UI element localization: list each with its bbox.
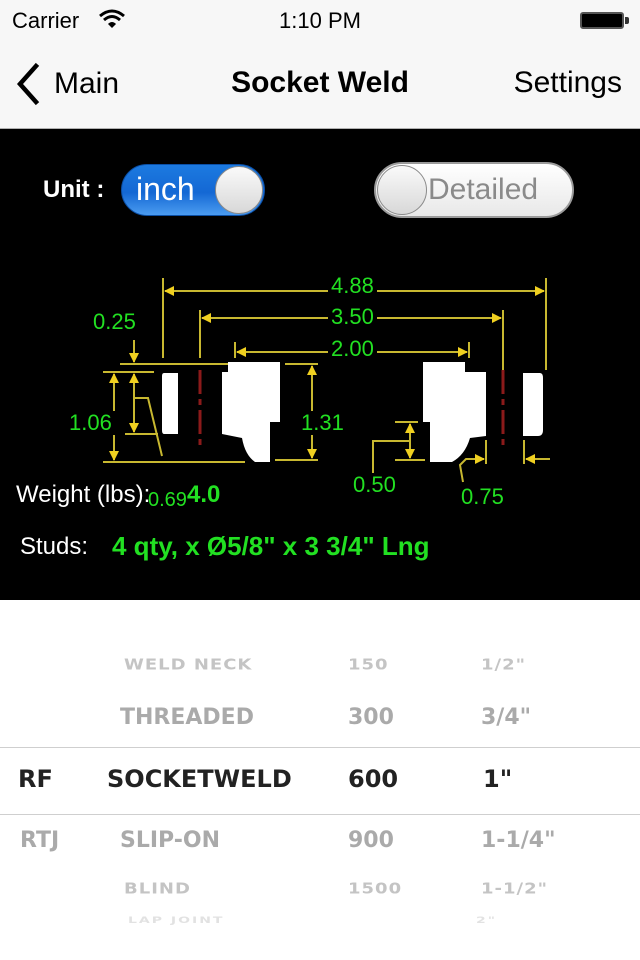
dim-hub-length: 1.31: [298, 411, 347, 435]
weight-label: Weight (lbs):: [16, 481, 151, 508]
picker-type: BLIND: [124, 880, 191, 898]
picker-size: 1/2": [481, 656, 527, 674]
picker-facing: RTJ: [20, 828, 60, 853]
dim-raised-face-height: 0.25: [90, 310, 139, 334]
picker-facing: RF: [18, 765, 53, 793]
picker-selection-bottom-line: [0, 814, 640, 815]
picker-type: SOCKETWELD: [107, 765, 292, 793]
detailed-toggle-knob: [377, 165, 427, 215]
leader-0-50: [372, 440, 410, 473]
picker-size: 1": [483, 765, 513, 793]
dim-line-0-75-left: [458, 454, 485, 483]
settings-button[interactable]: Settings: [514, 66, 622, 100]
picker-class: 150: [348, 656, 389, 674]
picker-type: SLIP-ON: [120, 828, 221, 853]
dim-raised-face: 2.00: [328, 337, 377, 361]
navigation-bar: Main Socket Weld Settings: [0, 40, 640, 129]
flange-drawing: [103, 278, 550, 483]
unit-toggle-label: inch: [136, 171, 195, 207]
weight-overlap-text: 0.69: [148, 489, 187, 511]
status-bar: Carrier 1:10 PM: [0, 0, 640, 40]
weight-value: 4.0: [187, 481, 221, 508]
picker-size: 1-1/4": [481, 828, 556, 853]
dim-socket-depth: 0.50: [350, 473, 399, 497]
detailed-toggle-label: Detailed: [428, 173, 539, 206]
flange-diagram: 4.88 3.50 2.00 0.25 1.06 1.31 0.50 0.75: [66, 260, 562, 522]
picker-selection-top-line: [0, 747, 640, 748]
battery-icon: [580, 12, 624, 29]
flange-detail-panel: Unit : inch Detailed 4.88 3.50 2.00 0.25…: [0, 129, 640, 600]
picker-type: THREADED: [120, 705, 254, 730]
picker-class: 1500: [348, 880, 403, 898]
picker-size: 3/4": [481, 705, 532, 730]
detailed-toggle[interactable]: Detailed: [374, 162, 574, 218]
flange-left-outer: [162, 373, 178, 434]
flange-right-outer: [523, 373, 543, 436]
unit-toggle[interactable]: inch: [121, 164, 265, 216]
dim-bolt-hole: 0.75: [458, 485, 507, 509]
picker-size: 1-1/2": [481, 880, 548, 898]
picker-type: LAP JOINT: [128, 916, 225, 926]
picker-class: 900: [348, 828, 394, 853]
picker-class: 600: [348, 765, 399, 793]
studs-label: Studs:: [20, 533, 89, 560]
flange-left-hub: [222, 362, 280, 462]
picker-class: 300: [348, 705, 394, 730]
unit-toggle-knob: [215, 166, 263, 214]
studs-value: 4 qty, x Ø5/8" x 3 3/4" Lng: [112, 531, 430, 561]
picker-type: WELD NECK: [124, 656, 253, 674]
dim-flange-thickness: 1.06: [66, 411, 115, 435]
picker-size: 2": [476, 916, 498, 926]
flange-picker[interactable]: WELD NECK 150 1/2" THREADED 300 3/4" RF …: [0, 600, 640, 960]
flange-right-hub: [423, 362, 486, 462]
dim-overall: 4.88: [328, 274, 377, 298]
dim-bolt-circle: 3.50: [328, 305, 377, 329]
status-time: 1:10 PM: [279, 8, 361, 33]
leader-line: [134, 397, 163, 457]
unit-label: Unit :: [43, 176, 105, 203]
battery-tip: [625, 17, 629, 24]
